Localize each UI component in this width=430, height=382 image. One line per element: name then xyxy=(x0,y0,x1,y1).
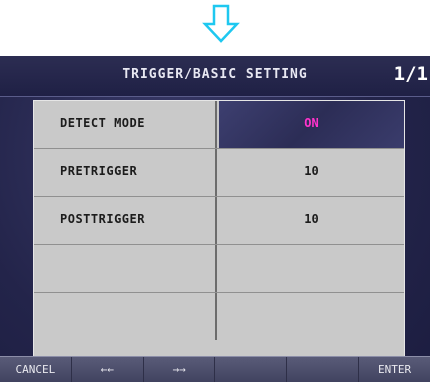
row-label: POSTTRIGGER xyxy=(60,212,145,226)
row-value: 10 xyxy=(304,164,319,178)
function-key-bar: CANCEL ←← →→ ENTER xyxy=(0,356,430,382)
settings-row-pretrigger[interactable]: PRETRIGGER 10 xyxy=(34,149,404,197)
previous-button[interactable]: ←← xyxy=(72,357,144,382)
row-value-cell xyxy=(219,245,404,292)
title-bar: TRIGGER/BASIC SETTING 1/1 xyxy=(0,56,430,97)
row-label-cell xyxy=(34,293,217,340)
enter-button[interactable]: ENTER xyxy=(359,357,430,382)
down-arrow-icon xyxy=(202,4,240,43)
row-value: ON xyxy=(304,116,319,130)
row-label-cell: POSTTRIGGER xyxy=(34,197,217,244)
row-label-cell: DETECT MODE xyxy=(34,101,217,148)
cancel-button[interactable]: CANCEL xyxy=(0,357,72,382)
row-label-cell xyxy=(34,245,217,292)
row-value-cell xyxy=(219,293,404,340)
device-screen: TRIGGER/BASIC SETTING 1/1 DETECT MODE ON… xyxy=(0,56,430,382)
row-value-cell[interactable]: 10 xyxy=(219,197,404,244)
row-value-cell[interactable]: 10 xyxy=(219,149,404,196)
next-button[interactable]: →→ xyxy=(144,357,216,382)
row-value-cell-selected[interactable]: ON xyxy=(219,101,404,148)
settings-row-empty xyxy=(34,245,404,293)
settings-row-empty xyxy=(34,293,404,340)
row-label: DETECT MODE xyxy=(60,116,145,130)
row-label: PRETRIGGER xyxy=(60,164,138,178)
function-key-5[interactable] xyxy=(287,357,360,382)
row-value: 10 xyxy=(304,212,319,226)
settings-row-detect-mode[interactable]: DETECT MODE ON xyxy=(34,101,404,149)
settings-table: DETECT MODE ON PRETRIGGER 10 POSTTRIGGER… xyxy=(33,100,405,358)
page-indicator: 1/1 xyxy=(393,63,428,85)
screen-title: TRIGGER/BASIC SETTING xyxy=(122,67,308,82)
row-label-cell: PRETRIGGER xyxy=(34,149,217,196)
settings-row-posttrigger[interactable]: POSTTRIGGER 10 xyxy=(34,197,404,245)
function-key-4[interactable] xyxy=(215,357,288,382)
